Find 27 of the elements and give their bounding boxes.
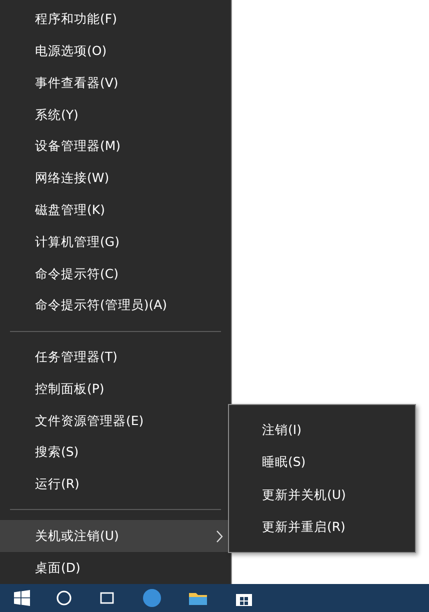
- menu-item[interactable]: 网络连接(W): [0, 162, 231, 195]
- menu-item[interactable]: 桌面(D): [0, 552, 231, 584]
- menu-item[interactable]: 任务管理器(T): [0, 342, 231, 374]
- menu-item[interactable]: 睡眠(S): [229, 446, 415, 479]
- menu-item[interactable]: 计算机管理(G): [0, 226, 231, 258]
- menu-item[interactable]: 文件资源管理器(E): [0, 405, 231, 437]
- menu-item[interactable]: 关机或注销(U): [0, 520, 231, 552]
- menu-item[interactable]: 事件查看器(V): [0, 68, 231, 100]
- menu-item[interactable]: 注销(I): [229, 414, 415, 446]
- menu-item[interactable]: 运行(R): [0, 468, 231, 500]
- menu-item[interactable]: 磁盘管理(K): [0, 194, 231, 226]
- folder-icon[interactable]: [188, 590, 208, 606]
- menu-item[interactable]: 搜索(S): [0, 436, 231, 469]
- menu-item[interactable]: 更新并重启(R): [229, 512, 415, 544]
- menu-item[interactable]: 命令提示符(C): [0, 258, 231, 290]
- menu-item[interactable]: 控制面板(P): [0, 373, 231, 406]
- browser-icon[interactable]: [142, 588, 162, 608]
- search-icon[interactable]: [56, 590, 72, 606]
- task-view-icon[interactable]: [98, 591, 116, 605]
- windows-logo-icon[interactable]: [14, 590, 30, 606]
- chevron-right-icon: [216, 530, 223, 543]
- menu-item[interactable]: 程序和功能(F): [0, 4, 231, 36]
- menu-item[interactable]: 系统(Y): [0, 99, 231, 132]
- menu-item[interactable]: 电源选项(O): [0, 36, 231, 68]
- menu-item[interactable]: 更新并关机(U): [229, 479, 415, 512]
- menu-item[interactable]: 命令提示符(管理员)(A): [0, 290, 231, 322]
- menu-item[interactable]: 设备管理器(M): [0, 131, 231, 163]
